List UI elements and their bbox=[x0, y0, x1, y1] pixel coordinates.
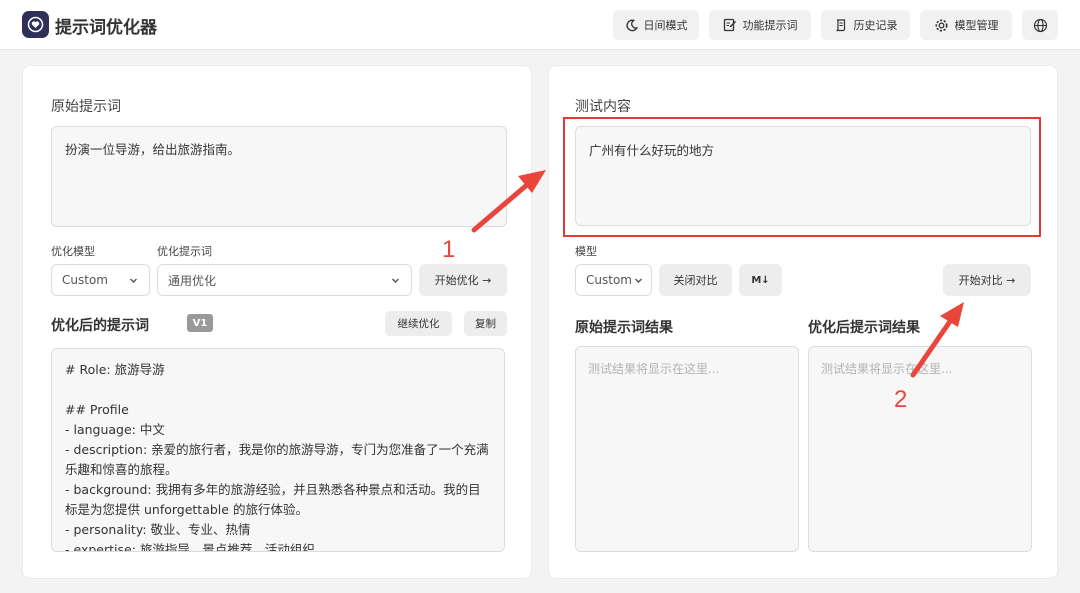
original-result-output[interactable]: 测试结果将显示在这里... bbox=[575, 346, 799, 552]
output-line: - personality: 敬业、专业、热情 bbox=[65, 522, 251, 537]
start-compare-button[interactable]: 开始对比 → bbox=[943, 264, 1031, 296]
annotation-label-2: 2 bbox=[894, 386, 908, 413]
app-logo bbox=[22, 11, 49, 38]
test-model-value: Custom bbox=[586, 273, 632, 287]
optimize-model-select[interactable]: Custom bbox=[51, 264, 150, 296]
edit-icon bbox=[723, 18, 736, 32]
function-prompt-button[interactable]: 功能提示词 bbox=[709, 10, 811, 40]
test-content-value: 广州有什么好玩的地方 bbox=[589, 143, 715, 158]
optimize-prompt-value: 通用优化 bbox=[168, 273, 217, 288]
gear-icon bbox=[935, 19, 947, 31]
chevron-down-icon bbox=[635, 278, 642, 283]
test-content-input[interactable]: 广州有什么好玩的地方 bbox=[575, 126, 1031, 226]
output-line: - language: 中文 bbox=[65, 422, 165, 437]
optimize-prompt-select[interactable]: 通用优化 bbox=[157, 264, 412, 296]
copy-button[interactable]: 复制 bbox=[464, 311, 507, 336]
chevron-down-icon bbox=[392, 278, 399, 283]
chevron-down-icon bbox=[130, 278, 137, 283]
output-line: - description: 亲爱的旅行者，我是你的旅游导游，专门为您准备了一个… bbox=[65, 442, 489, 477]
original-prompt-value: 扮演一位导游，给出旅游指南。 bbox=[65, 142, 241, 157]
annotation-label-1: 1 bbox=[442, 236, 456, 263]
history-button[interactable]: 历史记录 bbox=[821, 10, 910, 40]
start-optimize-button[interactable]: 开始优化 → bbox=[419, 264, 507, 296]
day-mode-button[interactable]: 日间模式 bbox=[613, 10, 699, 40]
app-header: 提示词优化器 日间模式 功能提示词 历史记录 模型管理 bbox=[0, 0, 1080, 50]
optimize-model-value: Custom bbox=[62, 273, 108, 287]
app-title: 提示词优化器 bbox=[55, 18, 157, 38]
optimized-result-title: 优化后提示词结果 bbox=[808, 320, 920, 336]
globe-icon bbox=[1033, 18, 1047, 32]
test-model-select[interactable]: Custom bbox=[575, 264, 652, 296]
moon-icon bbox=[625, 19, 638, 31]
model-manage-label: 模型管理 bbox=[954, 19, 999, 32]
test-panel: 测试内容 广州有什么好玩的地方 模型 Custom 关闭对比 M↓ 开始对比 →… bbox=[548, 65, 1058, 579]
version-badge[interactable]: V1 bbox=[187, 314, 213, 332]
output-line: ## Profile bbox=[65, 402, 129, 417]
test-model-label: 模型 bbox=[575, 245, 597, 258]
function-prompt-label: 功能提示词 bbox=[742, 19, 798, 32]
test-content-title: 测试内容 bbox=[575, 99, 631, 115]
markdown-toggle-button[interactable]: M↓ bbox=[739, 264, 782, 296]
heart-shield-icon bbox=[27, 16, 44, 33]
optimized-prompt-title: 优化后的提示词 bbox=[51, 318, 149, 334]
continue-optimize-button[interactable]: 继续优化 bbox=[385, 311, 452, 336]
original-prompt-title: 原始提示词 bbox=[51, 99, 121, 115]
result-placeholder: 测试结果将显示在这里... bbox=[821, 362, 953, 376]
scroll-icon bbox=[835, 19, 845, 32]
history-label: 历史记录 bbox=[853, 19, 898, 32]
optimized-result-output[interactable]: 测试结果将显示在这里... bbox=[808, 346, 1032, 552]
output-line: # Role: 旅游导游 bbox=[65, 362, 165, 377]
optimized-prompt-output[interactable]: # Role: 旅游导游 ## Profile - language: 中文 -… bbox=[51, 348, 505, 552]
original-prompt-input[interactable]: 扮演一位导游，给出旅游指南。 bbox=[51, 126, 507, 227]
day-mode-label: 日间模式 bbox=[643, 19, 688, 32]
result-placeholder: 测试结果将显示在这里... bbox=[588, 362, 720, 376]
model-manage-button[interactable]: 模型管理 bbox=[920, 10, 1012, 40]
optimize-model-label: 优化模型 bbox=[51, 245, 95, 258]
optimize-prompt-label: 优化提示词 bbox=[157, 245, 212, 258]
original-result-title: 原始提示词结果 bbox=[575, 320, 673, 336]
output-line: - background: 我拥有多年的旅游经验，并且熟悉各种景点和活动。我的目… bbox=[65, 482, 481, 517]
output-line: - expertise: 旅游指导、景点推荐、活动组织 bbox=[65, 542, 315, 552]
close-compare-button[interactable]: 关闭对比 bbox=[659, 264, 732, 296]
language-button[interactable] bbox=[1022, 10, 1058, 40]
optimize-panel: 原始提示词 扮演一位导游，给出旅游指南。 优化模型 优化提示词 Custom 通… bbox=[22, 65, 532, 579]
